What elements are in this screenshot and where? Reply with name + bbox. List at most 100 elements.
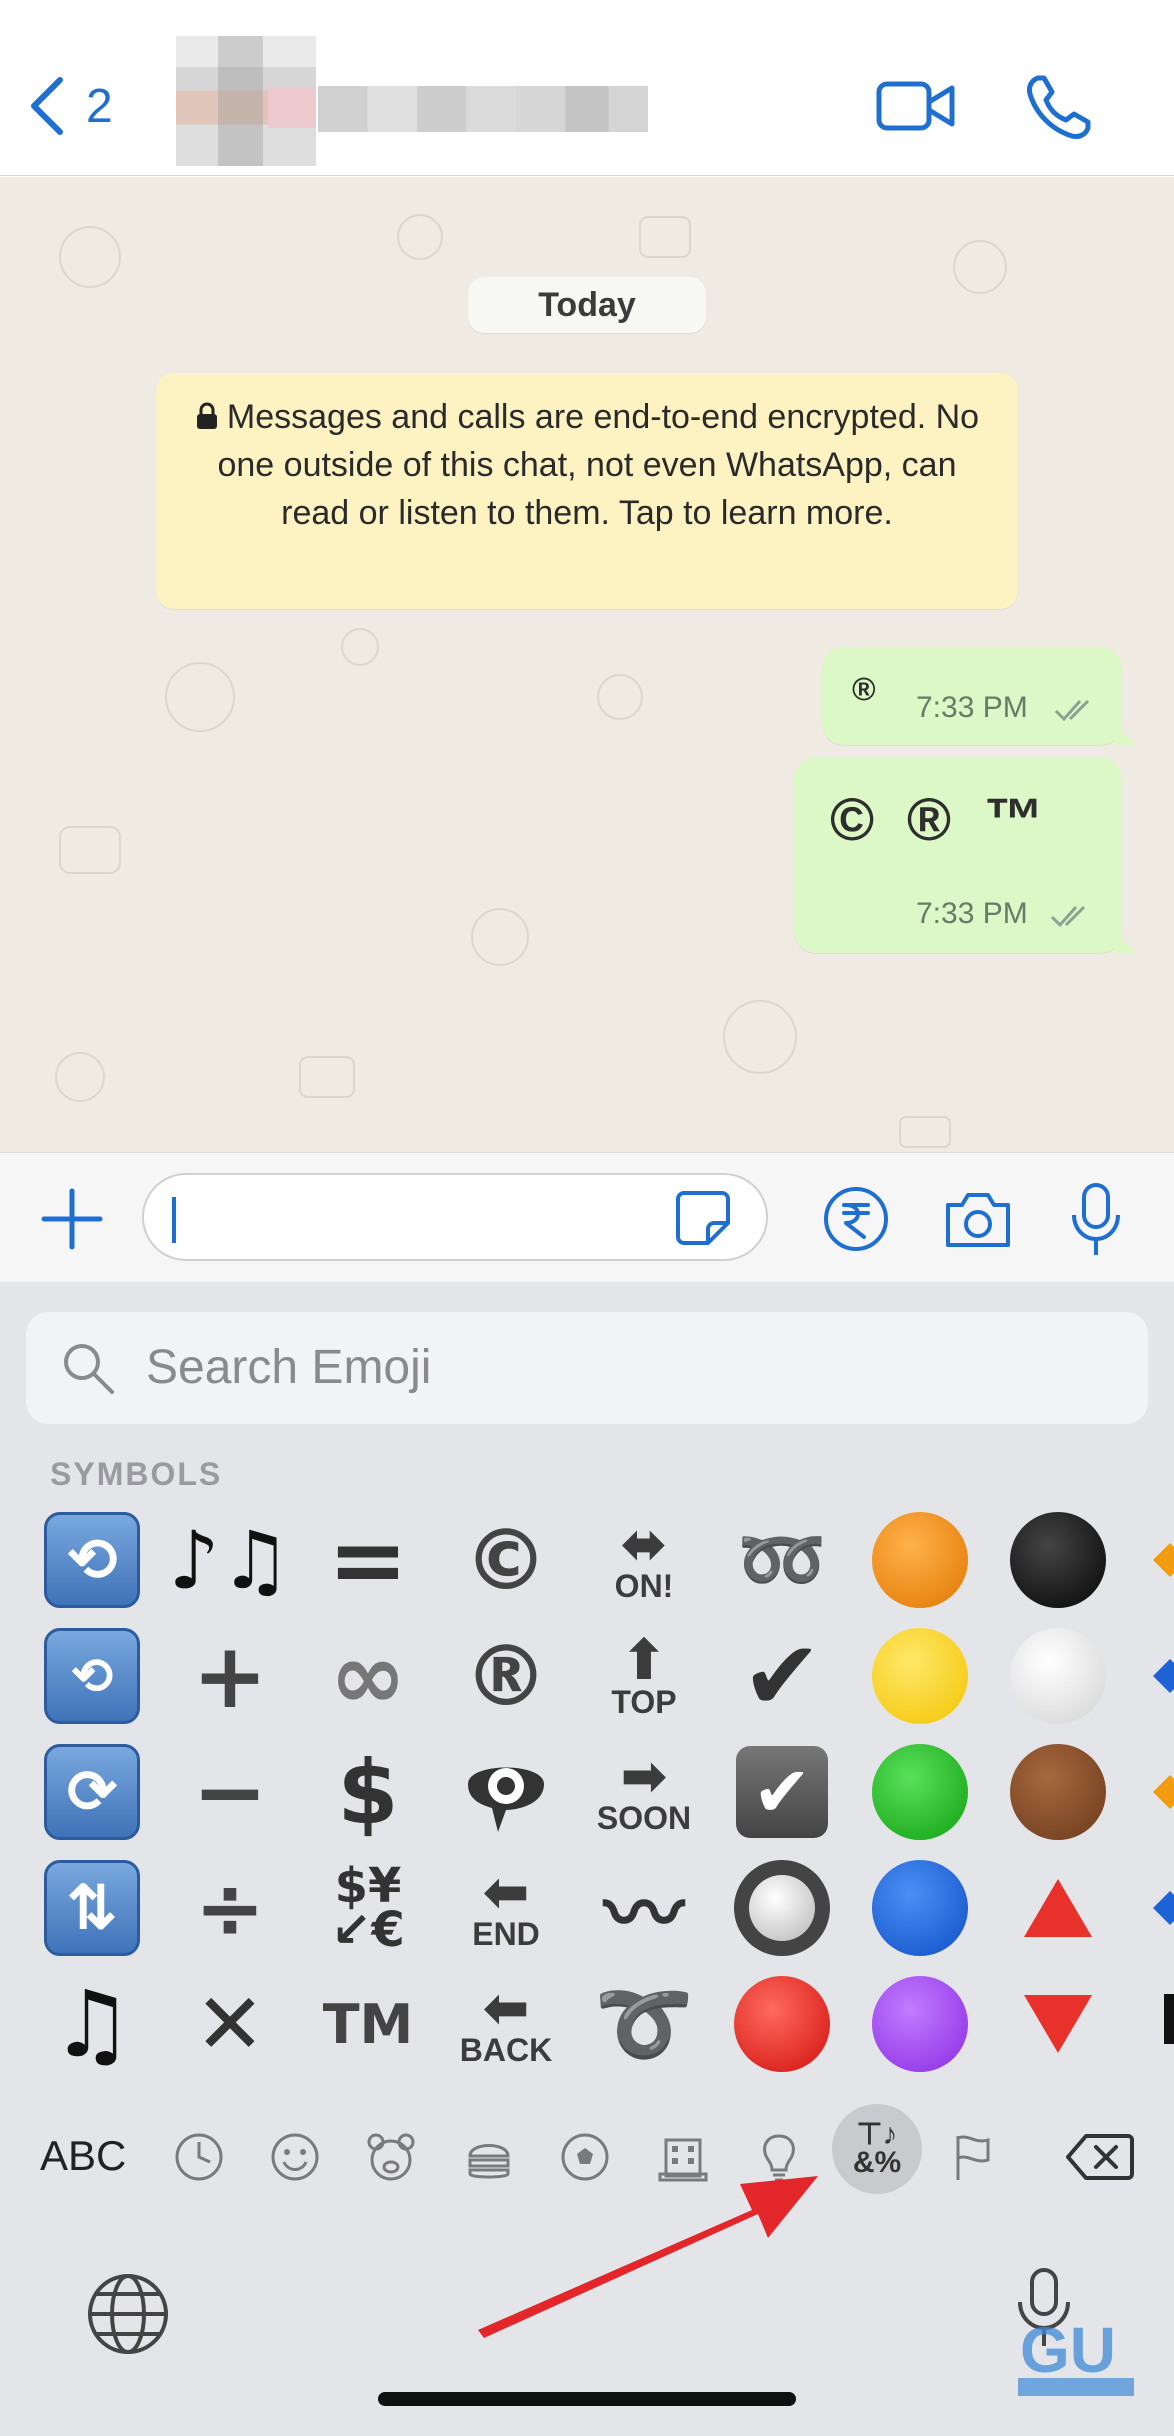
trademark-emoji[interactable]: TM [312,1970,424,2078]
camera-icon[interactable] [942,1189,1014,1251]
orange-circle-emoji[interactable] [864,1506,976,1614]
abc-keyboard-button[interactable]: ABC [40,2132,126,2180]
end-arrow-icon: ⬅ END [472,1860,540,1952]
emoji-search-field[interactable]: Search Emoji [26,1312,1148,1424]
top-arrow-emoji[interactable]: ⬆ TOP [588,1622,700,1730]
lightbulb-icon[interactable] [752,2130,806,2184]
emoji-category-bar: ABC ⊤♪ &% [0,2102,1174,2202]
check-box-emoji[interactable]: ✔ [726,1738,838,1846]
section-title: SYMBOLS [50,1456,223,1492]
voice-call-icon[interactable] [1024,72,1094,142]
anticlockwise-arrows-emoji[interactable]: ⟳ [36,1738,148,1846]
repeat-one-emoji[interactable]: ⟲ [36,1622,148,1730]
repeat-emoji[interactable]: ⟲ [36,1506,148,1614]
microphone-icon[interactable] [1070,1181,1122,1259]
musical-notes-icon: ♪♫ [168,1513,292,1607]
symbols-category-tab[interactable]: ⊤♪ &% [832,2104,922,2194]
musical-note-emoji[interactable]: ♫ [36,1970,148,2078]
heavy-divide-icon: ÷ [194,1859,266,1957]
encryption-notice[interactable]: Messages and calls are end-to-end encryp… [156,373,1018,609]
lock-icon [196,402,217,429]
sticker-icon[interactable] [674,1189,732,1247]
divide-emoji[interactable]: ÷ [174,1854,286,1962]
curly-loop-emoji[interactable]: ➰ [588,1970,700,2078]
registered-emoji[interactable]: ® [450,1622,562,1730]
plus-emoji[interactable]: + [174,1622,286,1730]
encryption-notice-text: Messages and calls are end-to-end encryp… [217,398,980,532]
red-circle-icon [734,1976,830,2072]
contact-name-blurred[interactable] [318,86,648,132]
emoji-keyboard: Search Emoji SYMBOLS ⟲ ⟲ ⟳ ⇅ ♫ ♪♫ + − ÷ [0,1282,1174,2436]
currency-exchange-emoji[interactable]: $¥ ↙€ [312,1854,424,1962]
repeat-one-icon: ⟲ [44,1628,140,1724]
red-circle-emoji[interactable] [726,1970,838,2078]
video-call-icon[interactable] [876,76,956,136]
checkbox-icon: ✔ [736,1746,828,1838]
currency-exchange-icon: $¥ ↙€ [331,1858,405,1958]
read-ticks-icon [1050,905,1086,928]
blue-circle-emoji[interactable] [864,1854,976,1962]
green-circle-emoji[interactable] [864,1738,976,1846]
black-circle-emoji[interactable] [1002,1506,1114,1614]
yellow-circle-icon [872,1628,968,1724]
avatar[interactable] [176,36,316,166]
chat-area[interactable]: Today Messages and calls are end-to-end … [0,177,1174,1152]
heavy-multiply-icon: ✕ [194,1975,266,2073]
dollar-emoji[interactable]: $ [312,1738,424,1846]
clockwise-vertical-arrows-emoji[interactable]: ⇅ [36,1854,148,1962]
radio-button-emoji[interactable] [726,1854,838,1962]
wavy-dash-emoji[interactable]: 〰 [588,1854,700,1962]
delete-backspace-icon[interactable] [1066,2132,1134,2182]
white-circle-icon [1010,1628,1106,1724]
globe-icon[interactable] [86,2272,170,2356]
flag-icon[interactable] [946,2130,1000,2184]
brown-circle-icon [1010,1744,1106,1840]
back-arrow-emoji[interactable]: ⬅ BACK [450,1970,562,2078]
recent-clock-icon[interactable] [172,2130,226,2184]
red-triangle-up-icon [1024,1879,1092,1937]
on-arrow-emoji[interactable]: ⬌ ON! [588,1506,700,1614]
end-arrow-emoji[interactable]: ⬅ END [450,1854,562,1962]
soon-arrow-emoji[interactable]: ➡ SOON [588,1738,700,1846]
copyright-emoji[interactable]: © [450,1506,562,1614]
outgoing-message[interactable]: ® 7:33 PM [822,647,1136,745]
check-mark-icon: ✔ [741,1620,823,1732]
multiply-emoji[interactable]: ✕ [174,1970,286,2078]
eye-speech-bubble-emoji[interactable] [450,1738,562,1846]
soon-arrow-icon: ➡ SOON [596,1744,692,1836]
message-text: © ® ™ [830,786,1052,853]
refresh-icon: ⟳ [44,1744,140,1840]
bear-icon[interactable] [364,2130,418,2184]
purple-circle-emoji[interactable] [864,1970,976,2078]
white-circle-emoji[interactable] [1002,1622,1114,1730]
symbols-icon: ⊤♪ &% [852,2118,902,2179]
infinity-emoji[interactable]: ∞ [312,1622,424,1730]
red-triangle-down-icon [1024,1995,1092,2053]
copyright-icon: © [464,1511,548,1609]
message-input[interactable] [142,1173,768,1261]
brown-circle-emoji[interactable] [1002,1738,1114,1846]
plus-icon[interactable] [40,1187,104,1251]
orange-diamond-icon [1153,1775,1174,1809]
minus-emoji[interactable]: − [174,1738,286,1846]
eye-in-speech-bubble-icon [468,1767,544,1832]
equals-emoji[interactable]: = [312,1504,424,1616]
heavy-plus-icon: + [192,1623,268,1729]
on-arrow-icon: ⬌ ON! [614,1512,674,1604]
red-triangle-up-emoji[interactable] [1002,1854,1114,1962]
top-arrow-icon: ⬆ TOP [611,1628,677,1720]
soccer-ball-icon[interactable] [558,2130,612,2184]
smiley-icon[interactable] [268,2130,322,2184]
rupee-payment-icon[interactable] [822,1185,890,1253]
red-triangle-down-emoji[interactable] [1002,1970,1114,2078]
orange-diamond-icon [1153,1543,1174,1577]
food-icon[interactable] [462,2130,516,2184]
vertical-arrows-icon: ⇅ [44,1860,140,1956]
double-curly-loop-emoji[interactable]: ➿ [726,1506,838,1614]
building-icon[interactable] [656,2130,710,2184]
outgoing-message[interactable]: © ® ™ 7:33 PM [794,757,1136,953]
back-button[interactable]: 2 [26,76,113,136]
musical-notes-emoji[interactable]: ♪♫ [169,1506,292,1614]
yellow-circle-emoji[interactable] [864,1622,976,1730]
check-mark-emoji[interactable]: ✔ [726,1620,838,1732]
